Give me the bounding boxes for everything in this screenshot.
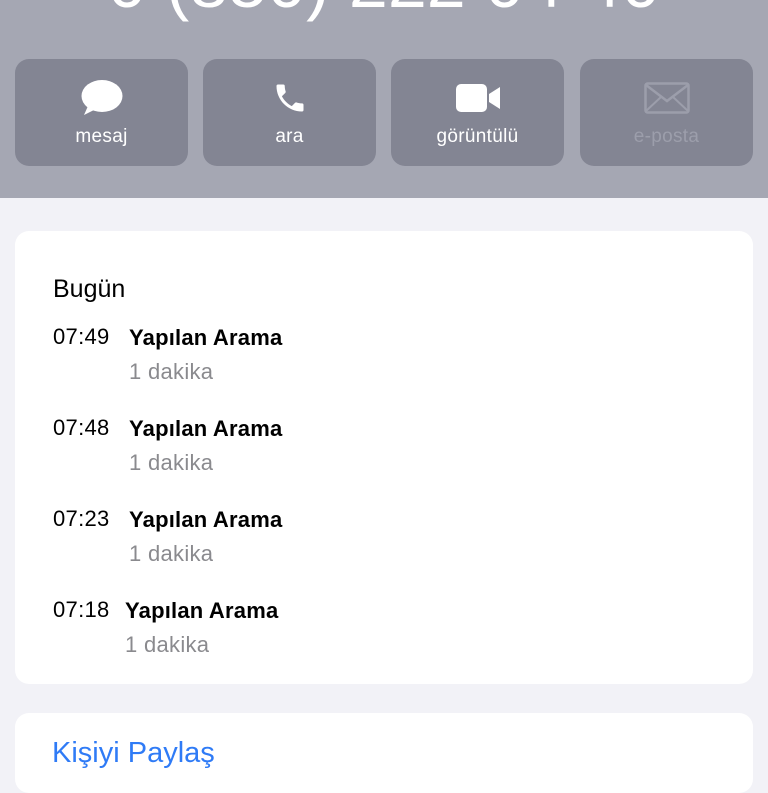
call-history-row: 07:23 Yapılan Arama 1 dakika — [53, 506, 733, 576]
call-time: 07:48 — [53, 415, 110, 440]
phone-icon — [203, 79, 376, 117]
call-duration: 1 dakika — [129, 359, 214, 384]
call-type: Yapılan Arama — [129, 507, 283, 532]
envelope-icon — [580, 79, 753, 117]
video-camera-icon — [391, 79, 564, 117]
call-time: 07:18 — [53, 597, 110, 622]
call-history-section-title: Bugün — [53, 275, 126, 303]
email-button-label: e-posta — [633, 126, 700, 147]
message-button-label: mesaj — [75, 126, 128, 147]
call-duration: 1 dakika — [129, 450, 214, 475]
call-time: 07:49 — [53, 324, 110, 349]
call-time: 07:23 — [53, 506, 110, 531]
call-history-row: 07:49 Yapılan Arama 1 dakika — [53, 324, 733, 394]
call-duration: 1 dakika — [129, 541, 214, 566]
call-history-card: Bugün 07:49 Yapılan Arama 1 dakika 07:48… — [15, 231, 753, 684]
call-history-row: 07:48 Yapılan Arama 1 dakika — [53, 415, 733, 485]
call-type: Yapılan Arama — [129, 325, 283, 350]
call-button-label: ara — [275, 126, 304, 147]
share-contact-link[interactable]: Kişiyi Paylaş — [52, 736, 215, 770]
message-bubble-icon — [15, 79, 188, 117]
call-type: Yapılan Arama — [125, 598, 279, 623]
email-button[interactable]: e-posta — [580, 59, 753, 166]
call-duration: 1 dakika — [125, 632, 210, 657]
video-call-button[interactable]: görüntülü — [391, 59, 564, 166]
call-button[interactable]: ara — [203, 59, 376, 166]
message-button[interactable]: mesaj — [15, 59, 188, 166]
call-history-row: 07:18 Yapılan Arama 1 dakika — [53, 597, 733, 667]
call-type: Yapılan Arama — [129, 416, 283, 441]
video-call-button-label: görüntülü — [436, 126, 519, 147]
contact-header: 0 (850) 222 04 40 mesaj ara görüntülü — [0, 0, 768, 198]
phone-number[interactable]: 0 (850) 222 04 40 — [0, 0, 768, 18]
share-contact-card: Kişiyi Paylaş — [15, 713, 753, 793]
